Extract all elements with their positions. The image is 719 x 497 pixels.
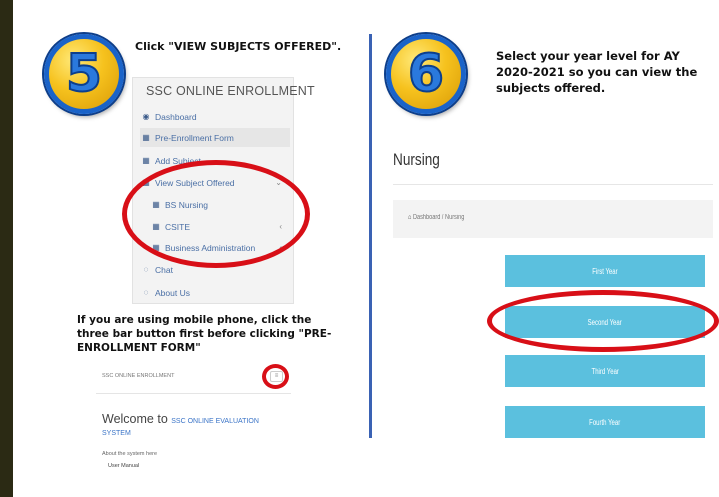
step-5-instruction: Click "VIEW SUBJECTS OFFERED". — [135, 40, 342, 53]
divider-line — [393, 184, 713, 185]
highlight-oval-year — [487, 290, 719, 352]
mobile-note: If you are using mobile phone, click the… — [77, 314, 332, 354]
table-icon: ▦ — [142, 133, 150, 142]
welcome-system: SSC ONLINE EVALUATION — [171, 418, 259, 425]
breadcrumb-home[interactable]: Dashboard — [413, 214, 440, 221]
welcome-heading: Welcome to SSC ONLINE EVALUATION — [102, 412, 259, 426]
button-label: Third Year — [591, 366, 619, 376]
first-year-button[interactable]: First Year — [505, 255, 705, 287]
sidebar-item-label: Chat — [155, 264, 173, 275]
button-label: First Year — [592, 266, 618, 276]
welcome-prefix: Welcome to — [102, 412, 168, 426]
frame-border — [0, 0, 13, 497]
dashboard-icon: ◉ — [142, 112, 150, 121]
step-6-badge: 6 — [386, 34, 466, 114]
about-text: About the system here — [102, 451, 158, 457]
sidebar-item-pre-enrollment[interactable]: ▦ Pre-Enrollment Form — [140, 128, 290, 147]
step-6-number: 6 — [407, 44, 445, 104]
sidebar-title: SSC ONLINE ENROLLMENT — [146, 84, 315, 98]
step-6-instruction: Select your year level for AY 2020-2021 … — [496, 49, 698, 95]
button-label: Fourth Year — [589, 417, 621, 427]
step-5-number: 5 — [65, 44, 103, 104]
table-icon: ▦ — [142, 156, 150, 165]
fourth-year-button[interactable]: Fourth Year — [505, 406, 705, 438]
breadcrumb-separator: / — [441, 214, 444, 221]
sidebar-item-label: Dashboard — [155, 111, 197, 122]
third-year-button[interactable]: Third Year — [505, 355, 705, 387]
sidebar-item-label: About Us — [155, 287, 190, 298]
page-title: Nursing — [393, 150, 440, 169]
highlight-oval-small — [262, 364, 289, 389]
breadcrumb: ⌂ Dashboard / Nursing — [408, 214, 464, 221]
chat-icon: ◌ — [143, 288, 149, 297]
frame-top — [13, 0, 719, 8]
mobile-header-title: SSC ONLINE ENROLLMENT — [102, 373, 175, 379]
divider — [369, 34, 372, 438]
step-5-badge: 5 — [44, 34, 124, 114]
sidebar-item-about-us[interactable]: ◌ About Us — [140, 283, 290, 302]
user-manual-link[interactable]: User Manual — [108, 463, 139, 469]
breadcrumb-current: Nursing — [445, 214, 465, 221]
home-icon: ⌂ — [408, 214, 412, 221]
highlight-oval — [122, 160, 310, 268]
sidebar-item-dashboard[interactable]: ◉ Dashboard — [140, 107, 290, 126]
welcome-system-line2: SYSTEM — [102, 430, 131, 437]
sidebar-item-label: Pre-Enrollment Form — [155, 132, 234, 143]
chat-icon: ◌ — [143, 265, 149, 274]
